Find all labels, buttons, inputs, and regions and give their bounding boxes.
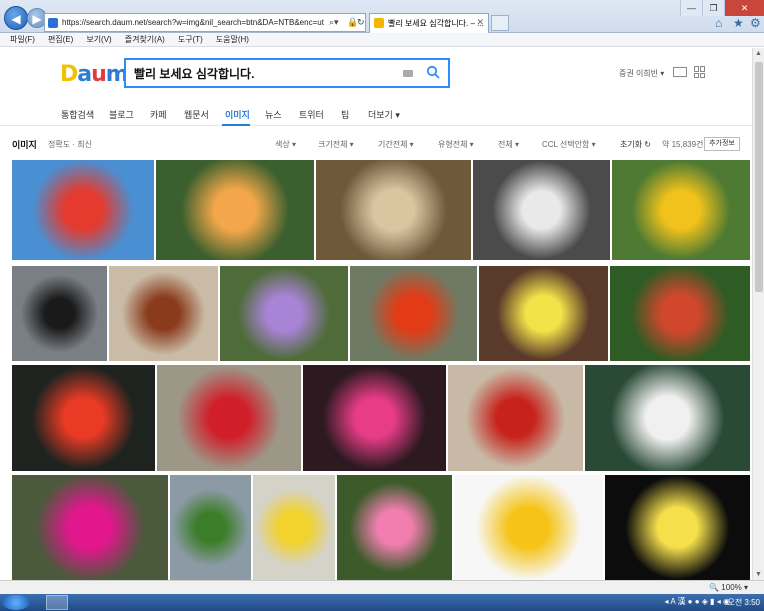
menu-help[interactable]: 도움말(H): [216, 33, 249, 46]
filter-type[interactable]: 유형전체 ▾: [438, 139, 474, 150]
vertical-scrollbar[interactable]: ▲ ▼: [752, 48, 764, 580]
filter-bar: 이미지 정확도 · 최신 색상 ▾ 크기전체 ▾ 기간전체 ▾ 유형전체 ▾ 전…: [0, 134, 752, 156]
address-bar[interactable]: https://search.daum.net/search?w=img&nil…: [44, 13, 366, 32]
filter-ccl[interactable]: CCL 선택안함 ▾: [542, 139, 596, 150]
taskbar-browser-button[interactable]: [46, 595, 68, 610]
image-result-tomato-figure[interactable]: [448, 365, 583, 471]
image-result-purple-cactus-flower[interactable]: [220, 266, 348, 361]
menu-file[interactable]: 파일(F): [10, 33, 35, 46]
system-tray[interactable]: ◂ A 漢 ● ● ◈ ▮ ◂ ◉: [665, 596, 730, 607]
image-result-white-star-flowers[interactable]: [585, 365, 750, 471]
tab-close-icon[interactable]: ✕: [476, 17, 484, 28]
tab-blog[interactable]: 블로그: [109, 108, 134, 121]
search-box: [124, 58, 450, 88]
mail-icon[interactable]: [673, 67, 687, 77]
scroll-up-icon[interactable]: ▲: [755, 50, 762, 57]
active-tab-indicator: [222, 124, 250, 126]
favorites-star-icon[interactable]: ★: [733, 16, 744, 30]
logo-letter: a: [77, 62, 92, 87]
reset-filters[interactable]: 초기화 ↻: [620, 139, 651, 150]
image-result-pink-mammillaria[interactable]: [303, 365, 446, 471]
search-tabs: 통합검색 블로그 카페 웹문서 이미지 뉴스 트위터 팁 더보기 ▾: [0, 98, 752, 126]
image-result-pink-cactus-group[interactable]: [337, 475, 452, 580]
tab-news[interactable]: 뉴스: [265, 108, 282, 121]
site-favicon-icon: [48, 18, 58, 28]
tab-twitter[interactable]: 트위터: [299, 108, 324, 121]
result-count: 약 15,839건: [662, 140, 704, 149]
address-url: https://search.daum.net/search?w=img&nil…: [62, 18, 324, 27]
tab-favicon-icon: [374, 18, 384, 28]
daum-logo[interactable]: Daum: [60, 62, 129, 87]
clock: 오전 3:50: [727, 598, 760, 607]
more-info-button[interactable]: 추가정보: [704, 137, 740, 151]
tab-web[interactable]: 웹문서: [184, 108, 209, 121]
maximize-button[interactable]: ❐: [702, 0, 724, 16]
settings-gear-icon[interactable]: ⚙: [750, 16, 761, 30]
menu-edit[interactable]: 편집(E): [48, 33, 73, 46]
new-tab-button[interactable]: [491, 15, 509, 31]
close-window-button[interactable]: ✕: [724, 0, 764, 16]
image-result-yellow-cactus-flower-2[interactable]: [605, 475, 750, 580]
image-result-cactus-flower-pink[interactable]: [156, 160, 314, 260]
filter-all[interactable]: 전체 ▾: [498, 139, 519, 150]
scroll-down-icon[interactable]: ▼: [755, 571, 762, 578]
start-button[interactable]: [2, 595, 30, 610]
image-result-yellow-flower-plant[interactable]: [612, 160, 750, 260]
filter-size[interactable]: 크기전체 ▾: [318, 139, 354, 150]
home-icon[interactable]: ⌂: [715, 16, 722, 30]
browser-tab[interactable]: 빨리 보세요 심각합니다. – ... ✕: [369, 13, 489, 33]
sort-options[interactable]: 정확도 · 최신: [48, 139, 92, 150]
browser-window: ◀ ▶ https://search.daum.net/search?w=img…: [0, 0, 764, 611]
image-result-red-mammillaria[interactable]: [157, 365, 301, 471]
filter-period[interactable]: 기간전체 ▾: [378, 139, 414, 150]
window-controls: — ❐ ✕: [680, 0, 764, 16]
user-menu[interactable]: 증권 이희빈 ▾: [619, 68, 664, 79]
tab-tip[interactable]: 팁: [341, 108, 349, 121]
browser-toolbar: ◀ ▶ https://search.daum.net/search?w=img…: [0, 0, 764, 33]
menu-bar: 파일(F) 편집(E) 보기(V) 즐겨찾기(A) 도구(T) 도움말(H): [0, 33, 764, 47]
tab-image[interactable]: 이미지: [225, 108, 250, 121]
tab-title: 빨리 보세요 심각합니다. – ...: [388, 19, 484, 28]
menu-favorites[interactable]: 즐겨찾기(A): [125, 33, 165, 46]
back-button[interactable]: ◀: [4, 6, 28, 30]
logo-letter: u: [91, 62, 107, 87]
search-input[interactable]: [134, 66, 384, 80]
image-result-magenta-cactus[interactable]: [12, 475, 168, 580]
image-result-red-cactus-flower[interactable]: [350, 266, 477, 361]
refresh-icon[interactable]: ↻: [357, 17, 365, 28]
search-icon[interactable]: [426, 65, 440, 79]
taskbar: ◂ A 漢 ● ● ◈ ▮ ◂ ◉ 오전 3:50: [0, 594, 764, 611]
scrollbar-thumb[interactable]: [755, 62, 763, 292]
logo-letter: D: [60, 62, 78, 87]
image-result-yellow-corn[interactable]: [253, 475, 335, 580]
app-grid-icon[interactable]: [694, 66, 706, 78]
image-result-man-with-cucumber[interactable]: [170, 475, 251, 580]
tab-integrated[interactable]: 통합검색: [61, 108, 94, 121]
menu-tools[interactable]: 도구(T): [178, 33, 203, 46]
image-result-red-cactus-flowers-2[interactable]: [12, 365, 155, 471]
image-result-sushi-conveyor[interactable]: [316, 160, 471, 260]
image-result-map-thumbnail[interactable]: [12, 160, 154, 260]
image-result-red-dog[interactable]: [109, 266, 218, 361]
image-result-red-leaves-plant[interactable]: [610, 266, 750, 361]
search-dropdown-icon[interactable]: ⌕▾: [329, 17, 339, 28]
image-result-people-photo[interactable]: [12, 266, 107, 361]
tab-cafe[interactable]: 카페: [150, 108, 167, 121]
image-result-yellow-cactus-flower[interactable]: [479, 266, 608, 361]
image-result-cactus-white-flowers[interactable]: [473, 160, 610, 260]
filter-title: 이미지: [12, 140, 37, 150]
page-content: Daum 증권 이희빈 ▾ 통합검색 블로그 카페 웹문서 이미지 뉴스 트위터…: [0, 48, 752, 580]
tab-more[interactable]: 더보기 ▾: [368, 108, 400, 121]
filter-color[interactable]: 색상 ▾: [275, 139, 296, 150]
minimize-button[interactable]: —: [680, 0, 702, 16]
zoom-level[interactable]: 🔍 100% ▾: [709, 583, 748, 592]
image-result-sunflower[interactable]: [454, 475, 603, 580]
menu-view[interactable]: 보기(V): [86, 33, 111, 46]
keyboard-icon[interactable]: [403, 70, 413, 77]
status-bar: 🔍 100% ▾: [0, 580, 764, 594]
